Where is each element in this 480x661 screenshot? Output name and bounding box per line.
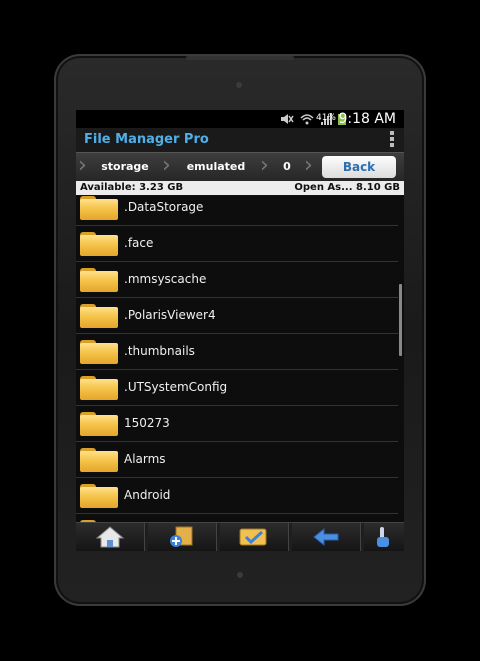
list-item[interactable]: .UTSystemConfig [76, 370, 398, 406]
list-item[interactable]: Android [76, 478, 398, 514]
select-folder-button[interactable] [220, 523, 289, 551]
bottom-sensor [237, 572, 243, 578]
list-item[interactable]: .mmsyscache [76, 262, 398, 298]
new-folder-icon [170, 526, 193, 547]
file-name: .mmsyscache [124, 272, 207, 286]
total-space: Open As... 8.10 GB [294, 182, 400, 193]
touch-mode-button[interactable] [364, 523, 404, 551]
clock: 9:18 AM [338, 111, 396, 127]
overflow-menu-icon[interactable] [390, 131, 394, 147]
list-item[interactable]: Alarms [76, 442, 398, 478]
file-name: 150273 [124, 416, 170, 430]
folder-icon [80, 304, 118, 328]
breadcrumb-storage[interactable]: storage [90, 153, 160, 181]
speaker-grille [186, 56, 294, 60]
scrollbar[interactable] [399, 284, 402, 356]
file-name: Android [124, 488, 171, 502]
back-arrow-icon [313, 527, 339, 547]
wifi-icon [300, 114, 314, 125]
file-name: .DataStorage [124, 200, 204, 214]
folder-icon [80, 448, 118, 472]
navigate-back-button[interactable] [292, 523, 361, 551]
list-item[interactable]: .thumbnails [76, 334, 398, 370]
folder-icon [80, 232, 118, 256]
breadcrumb-chevron-icon: › [162, 153, 171, 178]
list-item[interactable]: .face [76, 226, 398, 262]
storage-info-bar: Available: 3.23 GB Open As... 8.10 GB [76, 181, 404, 195]
folder-icon [80, 268, 118, 292]
file-name: .UTSystemConfig [124, 380, 228, 394]
back-button[interactable]: Back [322, 156, 396, 178]
touch-icon [377, 527, 389, 547]
available-space: Available: 3.23 GB [80, 182, 184, 193]
folder-icon [80, 376, 118, 400]
list-item[interactable]: .PolarisViewer4 [76, 298, 398, 334]
screen: 41% 9:18 AM File Manager Pro › storage ›… [76, 110, 404, 551]
bottom-toolbar [76, 522, 404, 551]
folder-icon [80, 484, 118, 508]
front-camera [236, 82, 242, 88]
battery-level: 41% [315, 113, 336, 123]
file-name: .face [124, 236, 154, 250]
file-name: .PolarisViewer4 [124, 308, 216, 322]
list-item[interactable]: .DataStorage [76, 196, 398, 226]
app-title-bar: File Manager Pro [76, 128, 404, 152]
status-bar: 41% 9:18 AM [76, 110, 404, 128]
breadcrumb-chevron-icon: › [304, 153, 313, 178]
folder-icon [80, 340, 118, 364]
breadcrumb: › storage › emulated › 0 › Back [76, 152, 404, 182]
file-name: Alarms [124, 452, 166, 466]
new-folder-button[interactable] [148, 523, 217, 551]
home-icon [95, 526, 125, 548]
select-folder-icon [239, 528, 267, 546]
breadcrumb-chevron-icon: › [260, 153, 269, 178]
breadcrumb-emulated[interactable]: emulated [174, 153, 258, 181]
mute-icon [281, 114, 294, 124]
breadcrumb-0[interactable]: 0 [272, 153, 302, 181]
list-item[interactable] [76, 514, 398, 522]
folder-icon [80, 196, 118, 220]
file-list: .DataStorage .face .mmsyscache .PolarisV… [76, 196, 404, 522]
home-button[interactable] [76, 523, 145, 551]
list-item[interactable]: 150273 [76, 406, 398, 442]
file-name: .thumbnails [124, 344, 195, 358]
app-title: File Manager Pro [84, 132, 209, 147]
breadcrumb-chevron-icon: › [78, 153, 87, 178]
folder-icon [80, 412, 118, 436]
